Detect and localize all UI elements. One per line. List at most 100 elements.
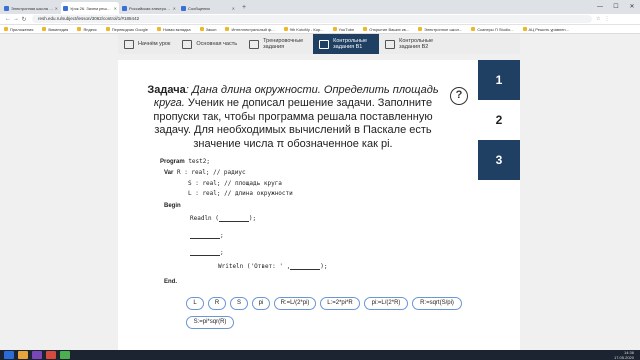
blank-slot-4[interactable] (290, 264, 321, 270)
writeln-line: Writeln ('Ответ: ' , (218, 263, 291, 270)
bookmark-item[interactable]: Переводчик Google (105, 27, 148, 32)
option-chip[interactable]: S:=pi*sqr(R) (186, 316, 234, 329)
close-tab-icon[interactable]: ✕ (232, 6, 235, 11)
option-chip[interactable]: pi:=L/(2*R) (364, 297, 408, 310)
option-chip[interactable]: pi (252, 297, 270, 310)
star-icon[interactable]: ☆ (596, 16, 600, 22)
bookmark-icon (363, 27, 368, 31)
close-window-icon[interactable]: ✕ (624, 0, 640, 14)
app-icon[interactable] (32, 351, 42, 359)
favicon-icon (4, 5, 9, 11)
bookmark-icon (225, 27, 230, 31)
new-tab-button[interactable]: + (238, 2, 250, 14)
blank-slot-3[interactable] (190, 250, 220, 256)
bookmark-icon (156, 27, 161, 31)
task-tab-1[interactable]: 1 (478, 60, 520, 100)
option-chip[interactable]: R (208, 297, 226, 310)
menu-icon[interactable]: ⋮ (604, 16, 609, 22)
task-tab-3[interactable]: 3 (478, 140, 520, 180)
blank-slot-2[interactable] (190, 233, 220, 239)
readln-line: Readln ( (190, 215, 219, 222)
bookmark-item[interactable]: АЦ Решить уравнен... (522, 27, 569, 32)
windows-start-icon[interactable] (4, 351, 14, 359)
close-tab-icon[interactable]: ✕ (114, 6, 117, 11)
bookmark-icon (105, 27, 110, 31)
browser-tab[interactable]: Российская электронная шко✕ (120, 2, 178, 14)
var-r-line: R : real; // радиус (176, 169, 246, 176)
app-icon[interactable] (46, 351, 56, 359)
bookmark-item[interactable]: Электронное школ... (418, 27, 462, 32)
task-prefix: Задача (147, 84, 186, 96)
task-instruction: Ученик не дописал решение задачи. Заполн… (153, 97, 433, 150)
option-chip[interactable]: R:=L/(2*pi) (274, 297, 316, 310)
var-s-line: S : real; // площадь круга (188, 180, 282, 187)
book-icon (182, 39, 193, 49)
clock-icon (385, 39, 396, 49)
close-tab-icon[interactable]: ✕ (173, 6, 176, 11)
keyword-program: Program (160, 159, 185, 165)
bookmark-item[interactable]: YouTube (332, 27, 354, 32)
bookmark-item[interactable]: Википедия (42, 27, 68, 32)
folder-icon[interactable] (18, 351, 28, 359)
chrome-icon[interactable] (60, 351, 70, 359)
task-tabs: 1 2 3 (478, 60, 520, 180)
browser-tab[interactable]: Сообщения ✕ (179, 2, 237, 14)
bookmark-icon (42, 27, 47, 31)
close-tab-icon[interactable]: ✕ (55, 6, 58, 11)
system-clock: 14:36 17.05.2020 (613, 350, 634, 360)
bookmark-icon (4, 27, 8, 31)
bookmark-icon (332, 27, 337, 31)
program-name: test2; (188, 158, 210, 165)
maximize-icon[interactable]: ☐ (608, 0, 624, 14)
bookmark-icon (283, 27, 288, 31)
browser-tab[interactable]: Электронная школа - Личный✕ (2, 2, 60, 14)
bookmark-icon (418, 27, 423, 31)
bookmark-item[interactable]: Новая вкладка (156, 27, 191, 32)
nav-control-b1[interactable]: Контрольные задания В1 (313, 34, 380, 54)
favicon-icon (181, 5, 186, 11)
bookmarks-bar: Приложения Википедия Яндекс Переводчик Goog… (0, 25, 640, 34)
option-chip[interactable]: S (230, 297, 248, 310)
blank-slot-1[interactable] (218, 216, 249, 222)
bookmark-icon (471, 27, 476, 31)
os-taskbar: 14:36 17.05.2020 (0, 350, 640, 360)
window-controls: — ☐ ✕ (592, 0, 640, 14)
nav-control-b2[interactable]: Контрольные задания В2 (379, 34, 445, 54)
flask-icon (249, 39, 260, 49)
browser-tab-active[interactable]: Урок 26. Зачем решенные с✕ (61, 2, 119, 14)
task-text: Задача: Дана длина окружности. Определит… (140, 84, 446, 151)
url-field[interactable]: resh.edu.ru/subject/lesson/3062/control/… (32, 15, 592, 23)
bookmark-item[interactable]: Яндекс (77, 27, 97, 32)
option-chip[interactable]: R:=sqrt(S/pi) (412, 297, 462, 310)
reload-icon[interactable]: ↻ (20, 16, 28, 23)
var-l-line: L : real; // длина окружности (188, 190, 293, 197)
option-chip[interactable]: L (186, 297, 204, 310)
lesson-nav: Начнём урок Основная часть Тренировочные… (118, 34, 520, 54)
forward-icon[interactable]: → (12, 16, 20, 22)
keyword-begin: Begin (164, 203, 181, 209)
back-icon[interactable]: ← (4, 16, 12, 22)
nav-start-lesson[interactable]: Начнём урок (118, 34, 176, 54)
bookmark-item[interactable]: Интеллектуальный ф... (225, 27, 275, 32)
browser-tabstrip: Электронная школа - Личный✕ Урок 26. Зач… (0, 0, 640, 14)
play-icon (124, 39, 134, 49)
favicon-icon (122, 5, 127, 11)
bookmark-item[interactable]: Приложения (4, 27, 33, 32)
bookmark-item[interactable]: 9th KotoMy - Кор... (283, 27, 324, 32)
option-chip[interactable]: L:=2*pi*R (320, 297, 360, 310)
favicon-icon (63, 5, 68, 11)
bookmark-item[interactable]: Закон (199, 27, 216, 32)
bookmark-item[interactable]: Открытие Ваших кв... (363, 27, 409, 32)
task-tab-2[interactable]: 2 (478, 100, 520, 140)
nav-training[interactable]: Тренировочные задания (243, 34, 313, 54)
bookmark-icon (77, 27, 82, 31)
bookmark-icon (522, 27, 527, 31)
help-button[interactable]: ? (450, 87, 468, 105)
address-bar: ← → ↻ resh.edu.ru/subject/lesson/3062/co… (0, 14, 640, 25)
keyword-var: Var (164, 170, 174, 176)
clock-icon (319, 39, 330, 49)
nav-main-part[interactable]: Основная часть (176, 34, 243, 54)
minimize-icon[interactable]: — (592, 0, 608, 14)
bookmark-item[interactable]: Сканеры П Studio... (471, 27, 514, 32)
keyword-end: End. (164, 279, 177, 285)
